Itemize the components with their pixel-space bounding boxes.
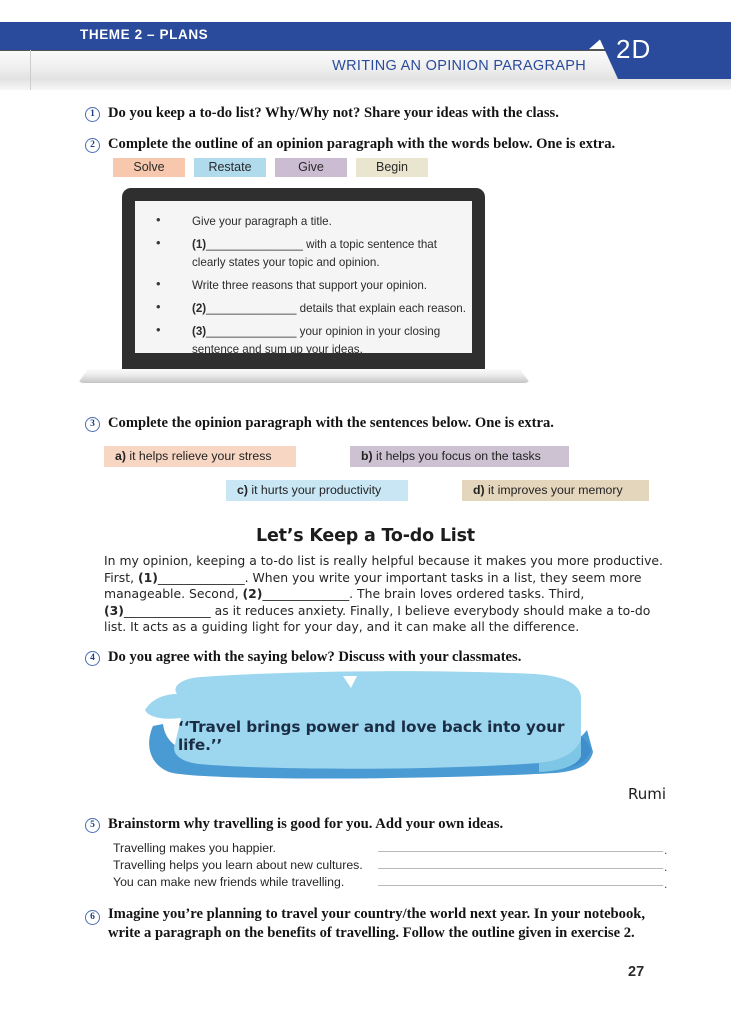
outline-blank-label: (3) [192,325,207,338]
header-theme-label: THEME 2 – PLANS [80,27,209,42]
exercise-instruction-4: Do you agree with the saying below? Disc… [108,649,522,665]
paragraph-title: Let’s Keep a To-do List [256,526,475,546]
exercise-number-3: 3 [85,417,100,432]
exercise-6-line-2: write a paragraph on the benefits of tra… [108,925,635,941]
exercise-number-1: 1 [85,107,100,122]
sentence-chip-a-text: it helps relieve your stress [129,449,272,463]
brainstorm-item-2: Travelling helps you learn about new cul… [113,858,363,872]
word-chip-give[interactable]: Give [275,158,347,177]
brainstorm-answer-line-2[interactable] [378,868,663,869]
outline-item-text: Give your paragraph a title. [192,215,332,228]
paragraph-blank-label-2: (2) [242,586,263,602]
sentence-chip-b-letter: b) [361,449,373,463]
exercise-number-4: 4 [85,651,100,666]
quote-text: ‘‘Travel brings power and love back into… [178,718,565,754]
word-chip-begin[interactable]: Begin [356,158,428,177]
exercise-instruction-3: Complete the opinion paragraph with the … [108,415,554,431]
outline-item-text: (1)_______________ with a topic sentence… [192,238,437,269]
sentence-chip-d-letter: d) [473,483,485,497]
exercise-instruction-2: Complete the outline of an opinion parag… [108,136,616,152]
quote-author: Rumi [627,785,666,803]
exercise-6-line-1: Imagine you’re planning to travel your c… [108,906,646,922]
paragraph-blank-label-3: (3) [104,602,124,618]
bullet-icon: • [156,276,161,291]
paragraph-blank-3[interactable]: ______________ [124,603,211,618]
outline-blank-line[interactable]: ______________ [206,302,296,315]
bullet-icon: • [156,322,161,337]
exercise-number-6: 6 [85,910,100,925]
word-chip-restate[interactable]: Restate [194,158,266,177]
sentence-chip-c-text: it hurts your productivity [251,483,382,497]
brainstorm-answer-line-1[interactable] [378,851,663,852]
outline-item: • Give your paragraph a title. [148,212,468,230]
outline-item: • (2)______________ details that explain… [148,299,468,317]
bullet-icon: • [156,212,161,227]
header-subtitle: WRITING AN OPINION PARAGRAPH [332,58,586,74]
outline-blank-label: (2) [192,302,207,315]
brainstorm-item-1: Travelling makes you happier. [113,841,276,855]
outline-blank-line[interactable]: _______________ [206,238,303,251]
bullet-icon: • [156,299,161,314]
brainstorm-period-2: . [664,860,668,874]
laptop-illustration: • Give your paragraph a title. • (1)____… [78,188,530,388]
sentence-chip-b[interactable]: b) it helps you focus on the tasks [350,446,569,467]
exercise-number-2: 2 [85,138,100,153]
outline-item: • (3)______________ your opinion in your… [148,322,468,358]
sentence-chip-c-letter: c) [237,483,248,497]
laptop-base [78,369,530,383]
outline-blank-label: (1) [192,238,207,251]
page-header: THEME 2 – PLANS WRITING AN OPINION PARAG… [0,0,731,96]
outline-item: • Write three reasons that support your … [148,276,468,294]
brainstorm-period-3: . [664,877,668,891]
outline-item-text: (2)______________ details that explain e… [192,302,466,315]
paragraph-blank-label-1: (1) [137,569,158,585]
outline-item-tail: details that explain each reason. [296,302,466,315]
exercise-instruction-5: Brainstorm why travelling is good for yo… [108,816,504,832]
outline-list: • Give your paragraph a title. • (1)____… [148,212,468,363]
header-unit-code: 2D [616,34,652,64]
outline-item-text: (3)______________ your opinion in your c… [192,325,440,356]
exercise-instruction-1: Do you keep a to-do list? Why/Why not? S… [108,105,559,121]
bullet-icon: • [156,235,161,250]
sentence-chip-b-text: it helps you focus on the tasks [376,449,541,463]
sentence-chip-d-text: it improves your memory [488,483,623,497]
brainstorm-item-3: You can make new friends while travellin… [113,875,345,889]
outline-item-text: Write three reasons that support your op… [192,279,428,292]
paragraph-blank-2[interactable]: ______________ [262,586,349,601]
page-number: 27 [628,964,645,980]
outline-item: • (1)_______________ with a topic senten… [148,235,468,271]
worksheet-page: THEME 2 – PLANS WRITING AN OPINION PARAG… [0,0,731,1024]
exercise-number-5: 5 [85,818,100,833]
paragraph-seg-3: . The brain loves ordered tasks. Third, [349,586,585,602]
sentence-chip-a[interactable]: a) it helps relieve your stress [104,446,296,467]
brainstorm-answer-line-3[interactable] [378,885,663,886]
paragraph-body: In my opinion, keeping a to-do list is r… [104,553,669,636]
sentence-chip-d[interactable]: d) it improves your memory [462,480,649,501]
word-chip-solve[interactable]: Solve [113,158,185,177]
brainstorm-period-1: . [664,843,668,857]
sentence-chip-c[interactable]: c) it hurts your productivity [226,480,408,501]
header-gray-left-edge [30,50,31,90]
sentence-chip-a-letter: a) [115,449,126,463]
paragraph-blank-1[interactable]: ______________ [158,570,245,585]
outline-blank-line[interactable]: ______________ [206,325,296,338]
exercise-instruction-6: Imagine you’re planning to travel your c… [108,905,708,943]
